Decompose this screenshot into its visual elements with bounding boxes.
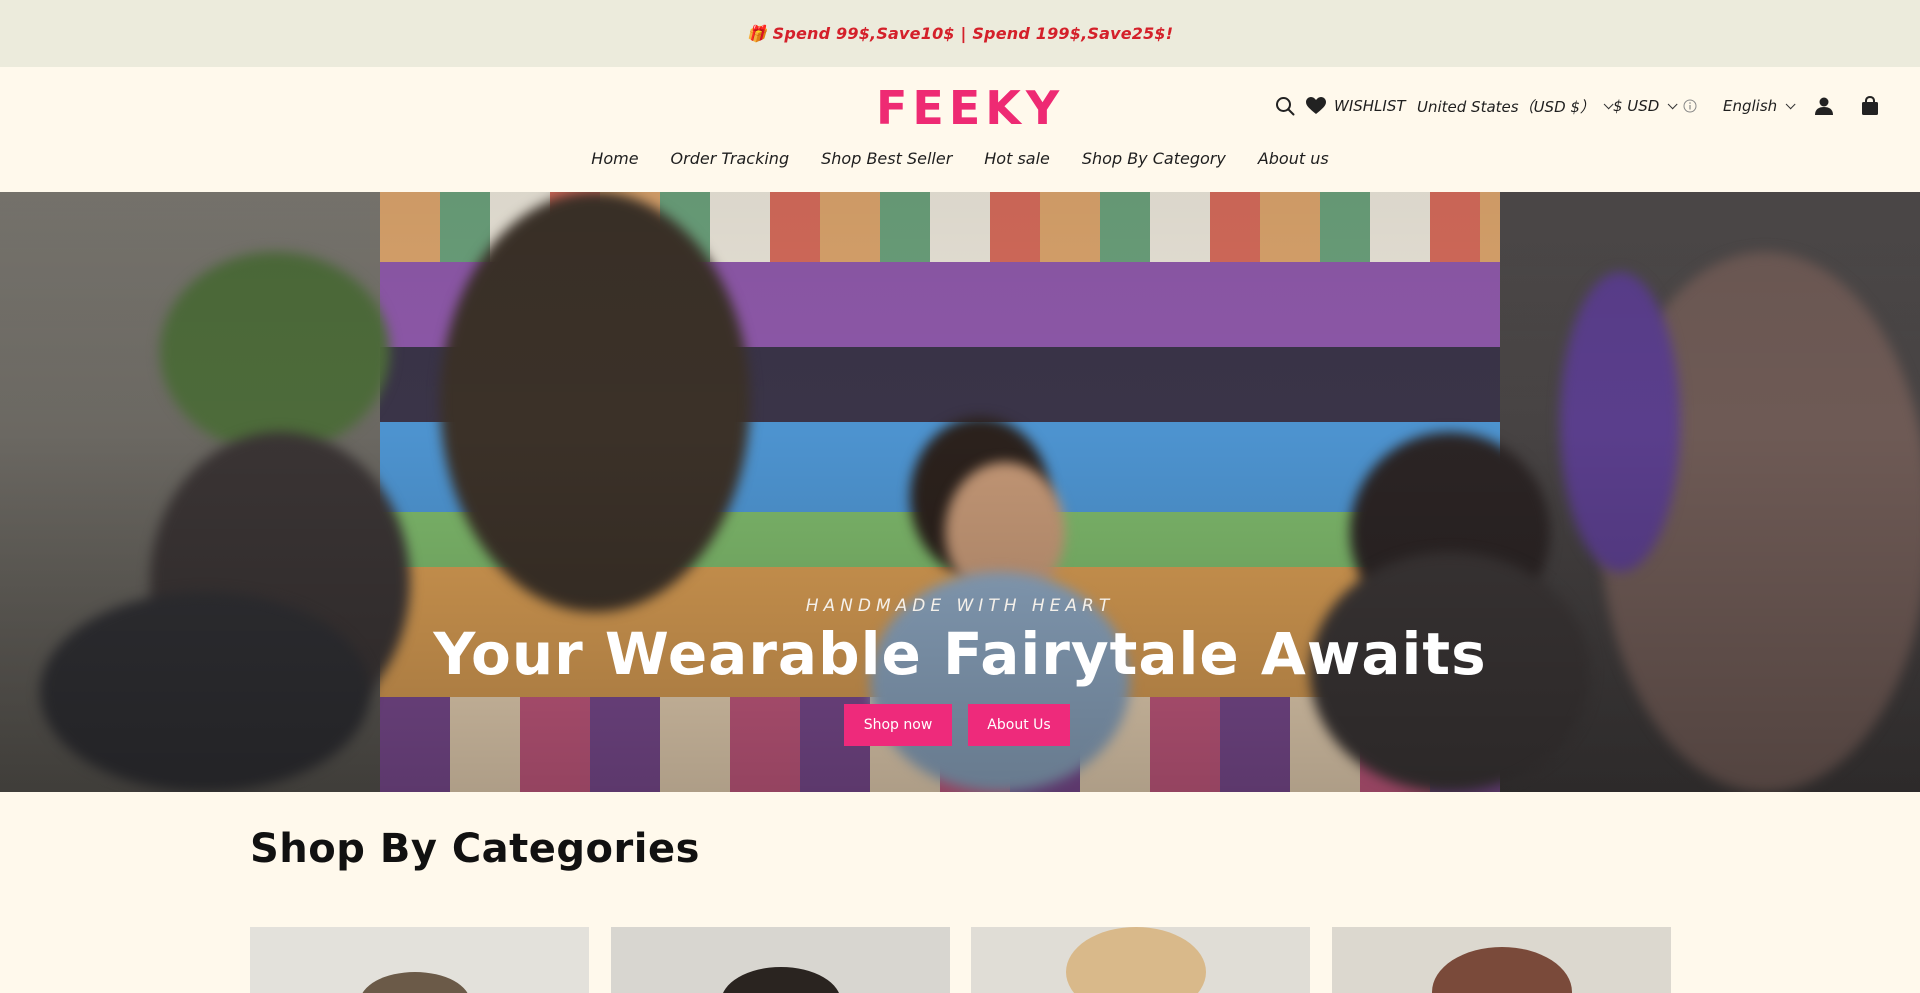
hero-banner: HANDMADE WITH HEART Your Wearable Fairyt… (0, 192, 1920, 792)
region-label: United States（USD $） (1417, 97, 1595, 116)
info-icon[interactable] (1682, 92, 1698, 120)
category-image (1066, 927, 1206, 993)
nav-item-hot-sale[interactable]: Hot sale (984, 149, 1050, 168)
main-nav: Home Order Tracking Shop Best Seller Hot… (0, 149, 1920, 168)
announcement-text: 🎁 Spend 99$,Save10$ | Spend 199$,Save25$… (746, 24, 1174, 43)
currency-selector[interactable]: $ USD (1613, 92, 1678, 120)
nav-item-shop-best-seller[interactable]: Shop Best Seller (821, 149, 952, 168)
category-image (1432, 947, 1572, 993)
announcement-bar: 🎁 Spend 99$,Save10$ | Spend 199$,Save25$… (0, 0, 1920, 67)
site-header: FEEKY WISHLIST United States（USD $） $ US… (0, 67, 1920, 192)
category-image (360, 972, 470, 993)
about-us-button[interactable]: About Us (968, 704, 1070, 746)
category-image (721, 967, 841, 993)
hero-subtitle: HANDMADE WITH HEART (805, 596, 1115, 616)
categories-title: Shop By Categories (250, 826, 700, 872)
language-selector[interactable]: English (1723, 92, 1796, 120)
nav-item-about-us[interactable]: About us (1258, 149, 1329, 168)
shop-now-button[interactable]: Shop now (844, 704, 952, 746)
category-card[interactable] (1332, 927, 1671, 993)
category-card[interactable] (971, 927, 1310, 993)
wishlist-label: WISHLIST (1334, 97, 1406, 115)
site-logo[interactable]: FEEKY (876, 82, 1064, 134)
wishlist-link[interactable]: WISHLIST (1334, 92, 1406, 120)
account-icon[interactable] (1812, 92, 1836, 120)
heart-icon[interactable] (1305, 92, 1327, 120)
hero-title: Your Wearable Fairytale Awaits (433, 620, 1487, 688)
chevron-down-icon (1785, 98, 1796, 109)
hero-overlay (0, 192, 1920, 792)
category-card[interactable] (611, 927, 950, 993)
chevron-down-icon (1668, 98, 1678, 109)
category-card[interactable] (250, 927, 589, 993)
currency-label: $ USD (1613, 97, 1660, 115)
language-label: English (1723, 97, 1778, 115)
region-selector[interactable]: United States（USD $） (1417, 92, 1614, 120)
cart-icon[interactable] (1858, 92, 1882, 120)
search-icon[interactable] (1274, 92, 1296, 120)
nav-item-order-tracking[interactable]: Order Tracking (671, 149, 790, 168)
nav-item-shop-by-category[interactable]: Shop By Category (1082, 149, 1226, 168)
nav-item-home[interactable]: Home (591, 149, 638, 168)
